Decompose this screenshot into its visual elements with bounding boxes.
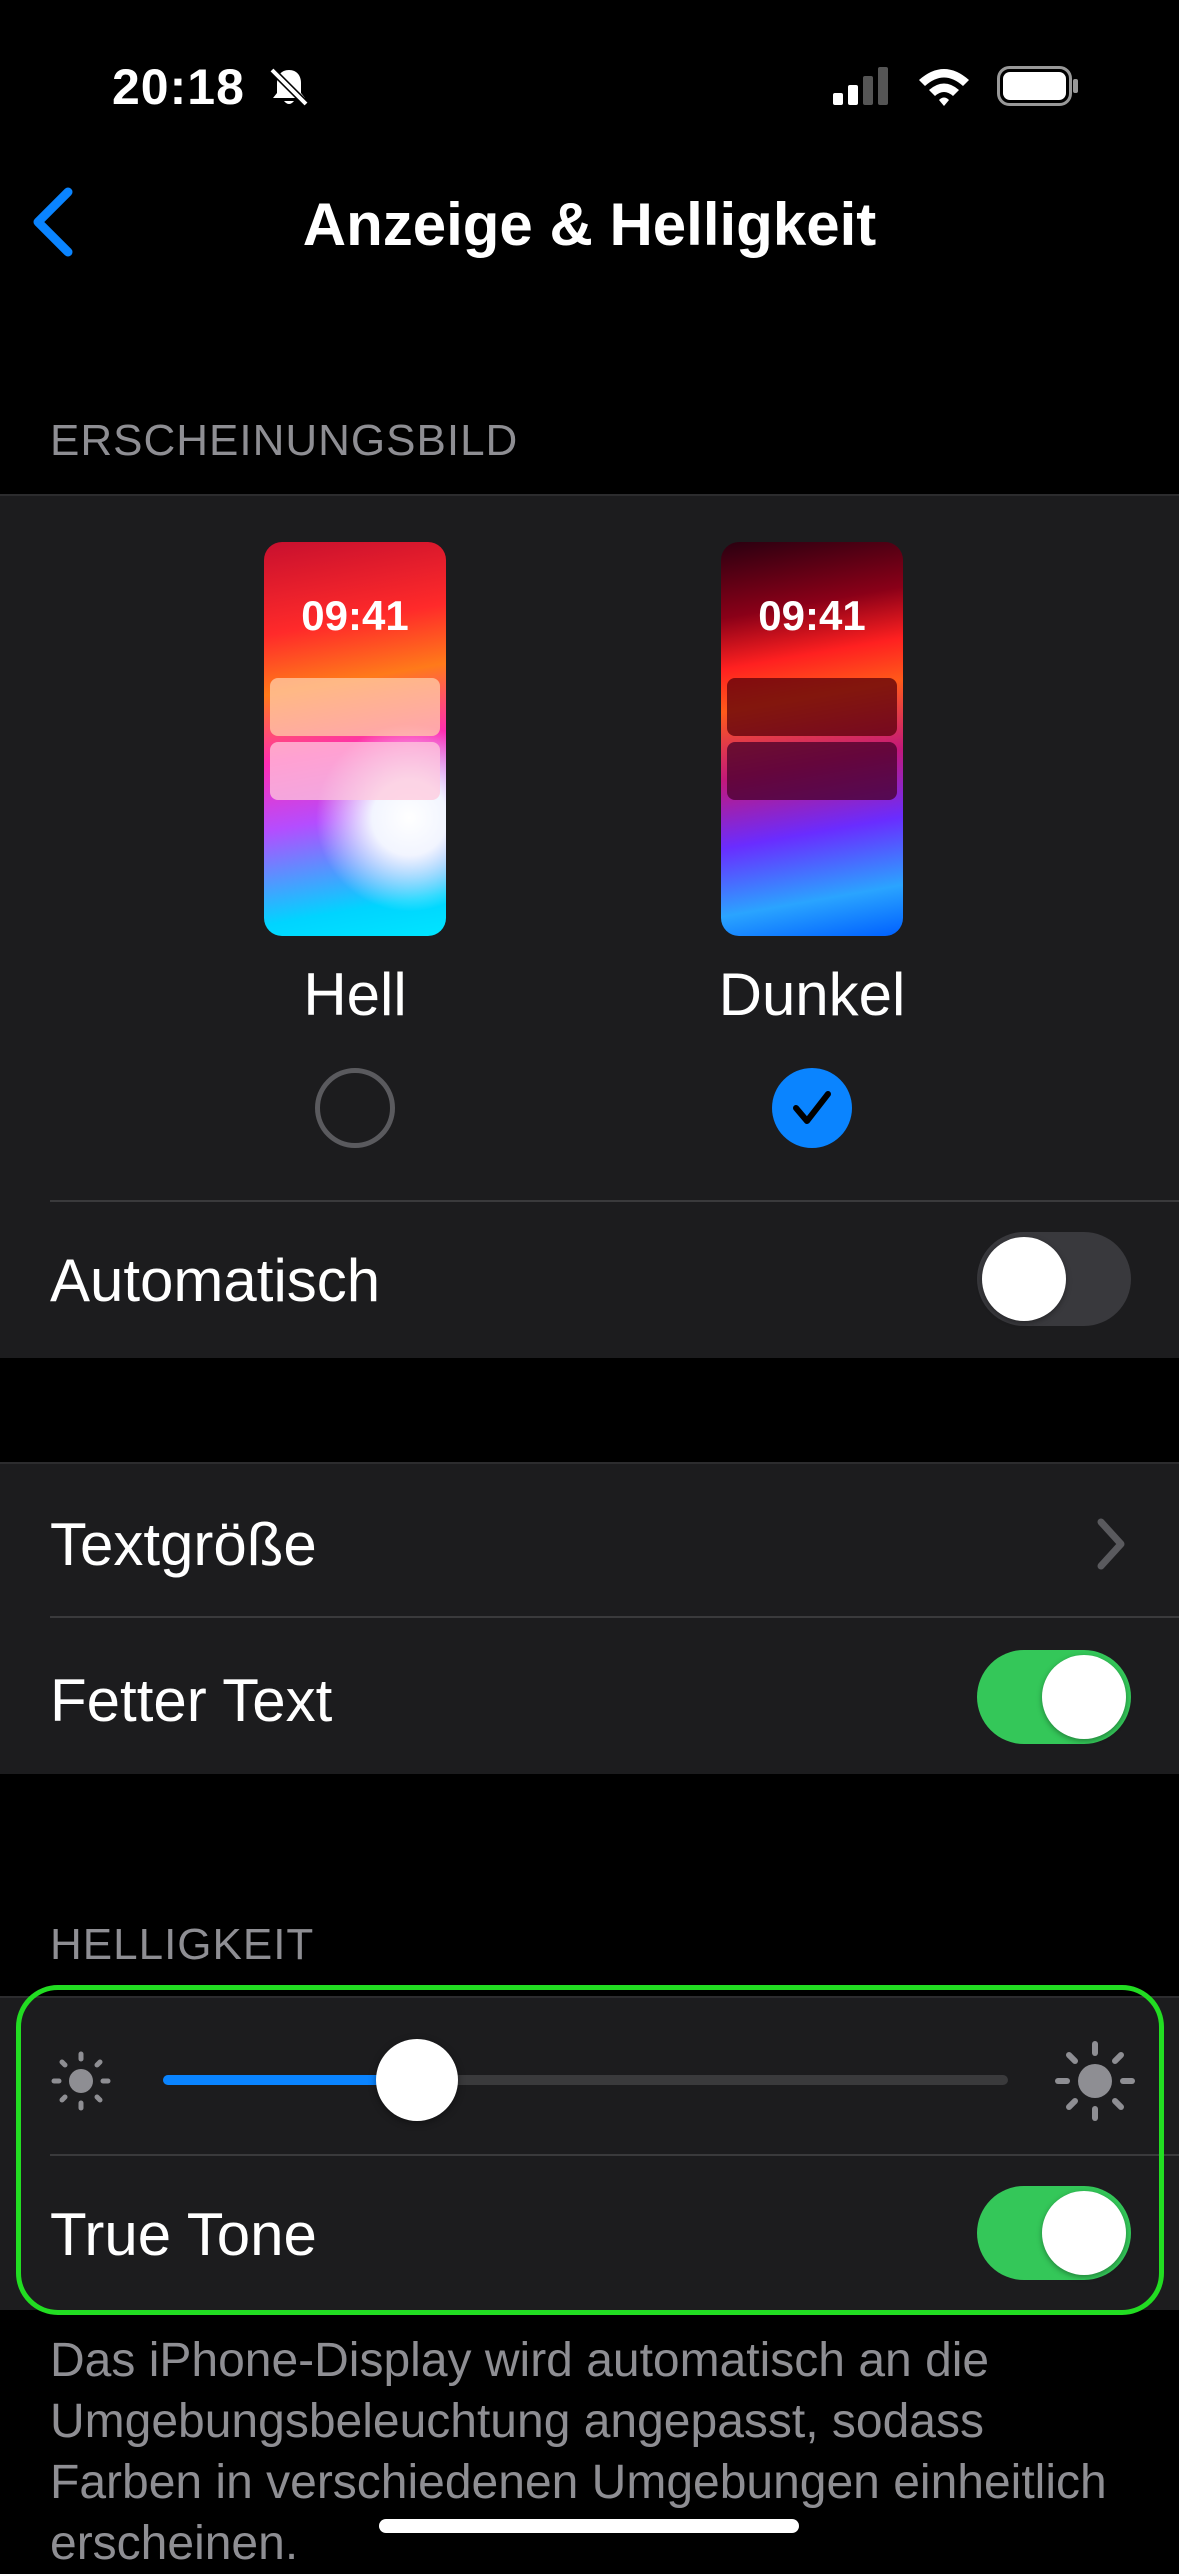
page-title: Anzeige & Helligkeit xyxy=(302,191,877,258)
appearance-section-header: ERSCHEINUNGSBILD xyxy=(50,416,519,465)
preview-time-dark: 09:41 xyxy=(758,592,866,639)
dark-mode-label: Dunkel xyxy=(718,961,906,1028)
sun-max-icon xyxy=(1054,2040,1136,2127)
brightness-slider[interactable] xyxy=(163,2039,1008,2121)
battery-icon xyxy=(997,66,1079,111)
cellular-signal-icon xyxy=(833,67,891,110)
automatic-toggle[interactable] xyxy=(977,1232,1131,1326)
bold-text-toggle[interactable] xyxy=(977,1650,1131,1744)
text-size-label: Textgröße xyxy=(50,1511,317,1578)
status-time: 20:18 xyxy=(112,59,245,115)
true-tone-label: True Tone xyxy=(50,2201,317,2268)
home-indicator[interactable] xyxy=(379,2519,799,2533)
text-group: Textgröße Fetter Text xyxy=(0,1462,1179,1774)
preview-time-light: 09:41 xyxy=(301,592,409,639)
wifi-icon xyxy=(917,66,971,111)
light-mode-label: Hell xyxy=(303,961,407,1028)
bold-text-label: Fetter Text xyxy=(50,1667,333,1734)
brightness-section-header: HELLIGKEIT xyxy=(50,1920,315,1969)
status-icons xyxy=(833,66,1079,111)
dark-mode-radio[interactable] xyxy=(772,1068,852,1148)
light-mode-preview[interactable]: 09:41 xyxy=(264,542,446,936)
brightness-footer-text: Das iPhone-Display wird automatisch an d… xyxy=(50,2334,1107,2570)
text-size-row[interactable]: Textgröße xyxy=(0,1462,1179,1616)
sun-min-icon xyxy=(48,2048,114,2119)
brightness-slider-thumb[interactable] xyxy=(375,2039,458,2121)
light-mode-radio[interactable] xyxy=(315,1068,395,1148)
automatic-label: Automatisch xyxy=(50,1247,381,1314)
true-tone-toggle[interactable] xyxy=(977,2186,1131,2280)
dark-mode-preview[interactable]: 09:41 xyxy=(721,542,903,936)
bell-slash-icon xyxy=(266,64,312,115)
brightness-group: True Tone xyxy=(0,1996,1179,2310)
appearance-group: 09:41 Hell 09:41 Dunkel Automatisch xyxy=(0,494,1179,1358)
chevron-right-icon xyxy=(1093,1514,1129,1579)
